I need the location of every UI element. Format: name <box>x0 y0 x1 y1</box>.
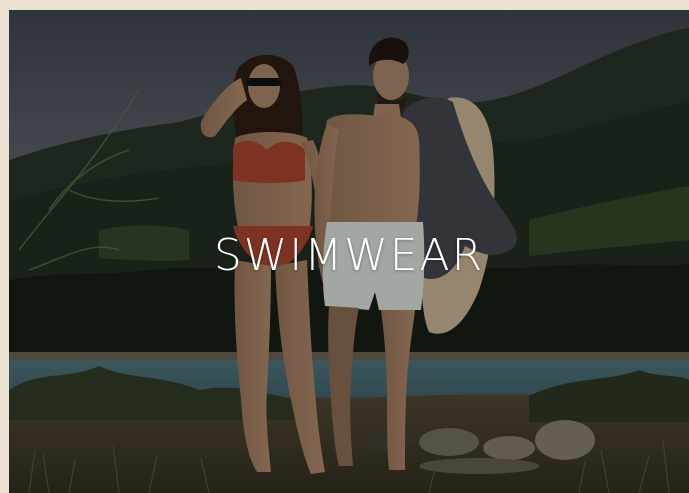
hero-banner: SWIMWEAR <box>9 10 689 493</box>
swimwear-category-link[interactable]: SWIMWEAR <box>9 10 689 493</box>
category-title: SWIMWEAR <box>213 230 485 281</box>
